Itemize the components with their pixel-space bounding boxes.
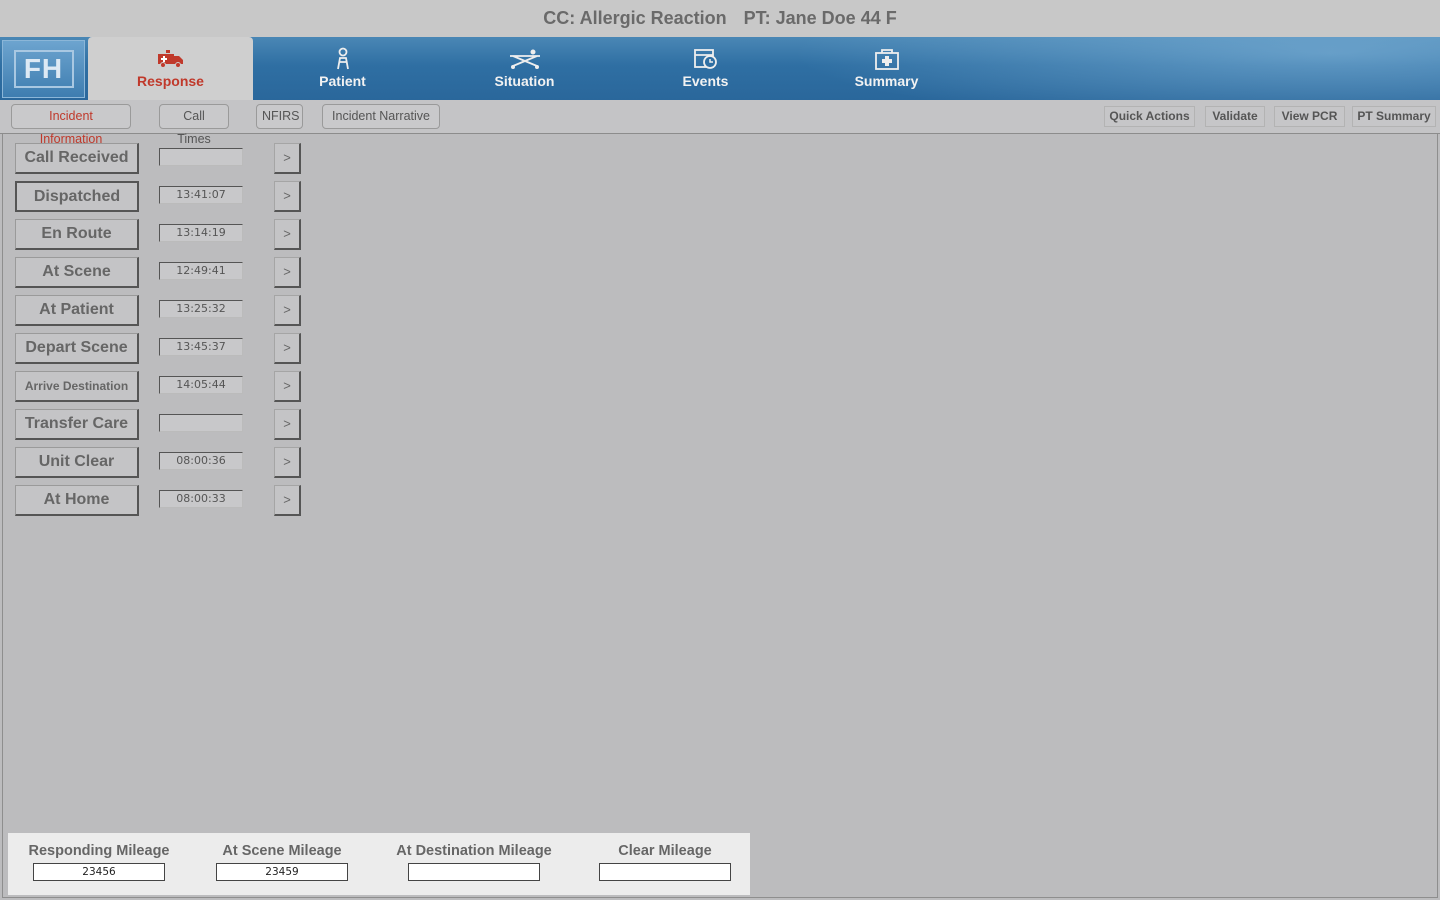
at-home-button[interactable]: At Home [15, 485, 139, 516]
at-scene-mileage-label: At Scene Mileage [222, 843, 342, 859]
at-home-edit-button[interactable]: > [274, 485, 301, 516]
at-scene-time[interactable]: 12:49:41 [159, 262, 243, 280]
mileage-panel: Responding Mileage 23456 At Scene Mileag… [8, 833, 750, 895]
call-received-button[interactable]: Call Received [15, 143, 139, 174]
quick-actions-button[interactable]: Quick Actions [1104, 106, 1195, 127]
tab-patient[interactable]: Patient [260, 37, 425, 100]
subtab-nfirs[interactable]: NFIRS [256, 104, 303, 129]
clear-mileage-group: Clear Mileage [590, 843, 740, 881]
tab-label: Situation [494, 73, 555, 89]
at-scene-button[interactable]: At Scene [15, 257, 139, 288]
subtab-incident-information[interactable]: Incident Information [11, 104, 131, 146]
tab-label: Patient [319, 73, 366, 89]
unit-clear-button[interactable]: Unit Clear [15, 447, 139, 478]
chief-complaint: CC: Allergic Reaction [543, 8, 727, 28]
hospital-icon [874, 49, 899, 70]
arrive-destination-button[interactable]: Arrive Destination [15, 371, 139, 402]
stretcher-icon [509, 49, 540, 69]
at-destination-mileage-group: At Destination Mileage [392, 843, 556, 881]
at-scene-edit-button[interactable]: > [274, 257, 301, 288]
responding-mileage-label: Responding Mileage [28, 843, 170, 859]
ambulance-icon [157, 50, 183, 68]
call-times-panel: Call Received > Dispatched 13:41:07 > En… [2, 134, 1438, 898]
tab-label: Summary [854, 73, 919, 89]
patient-info: PT: Jane Doe 44 F [743, 8, 897, 28]
app-logo[interactable]: FH [2, 40, 85, 98]
dispatched-edit-button[interactable]: > [274, 181, 301, 212]
sub-tab-bar: Incident Information Call Times NFIRS In… [0, 100, 1440, 146]
logo-text: FH [13, 50, 74, 88]
at-destination-mileage-label: At Destination Mileage [396, 843, 552, 859]
dispatched-time[interactable]: 13:41:07 [159, 186, 243, 204]
en-route-time[interactable]: 13:14:19 [159, 224, 243, 242]
validate-button[interactable]: Validate [1205, 106, 1265, 127]
call-received-edit-button[interactable]: > [274, 143, 301, 174]
title-bar: CC: Allergic Reaction PT: Jane Doe 44 F [0, 0, 1440, 37]
tab-summary[interactable]: Summary [804, 37, 969, 100]
pt-summary-button[interactable]: PT Summary [1352, 106, 1436, 127]
transfer-care-button[interactable]: Transfer Care [15, 409, 139, 440]
subtab-call-times[interactable]: Call Times [159, 104, 229, 146]
arrive-destination-edit-button[interactable]: > [274, 371, 301, 402]
tab-events[interactable]: Events [623, 37, 788, 100]
en-route-button[interactable]: En Route [15, 219, 139, 250]
at-patient-button[interactable]: At Patient [15, 295, 139, 326]
depart-scene-time[interactable]: 13:45:37 [159, 338, 243, 356]
tab-label: Events [682, 73, 729, 89]
tab-situation[interactable]: Situation [442, 37, 607, 100]
at-home-time[interactable]: 08:00:33 [159, 490, 243, 508]
en-route-edit-button[interactable]: > [274, 219, 301, 250]
depart-scene-button[interactable]: Depart Scene [15, 333, 139, 364]
call-received-time[interactable] [159, 148, 243, 166]
clear-mileage-input[interactable] [599, 863, 731, 881]
dispatched-button[interactable]: Dispatched [15, 181, 139, 212]
responding-mileage-group: Responding Mileage 23456 [18, 843, 180, 881]
at-scene-mileage-input[interactable]: 23459 [216, 863, 348, 881]
transfer-care-edit-button[interactable]: > [274, 409, 301, 440]
unit-clear-edit-button[interactable]: > [274, 447, 301, 478]
person-icon [336, 47, 349, 70]
view-pcr-button[interactable]: View PCR [1274, 106, 1345, 127]
at-patient-time[interactable]: 13:25:32 [159, 300, 243, 318]
at-destination-mileage-input[interactable] [408, 863, 540, 881]
clock-calendar-icon [693, 49, 717, 69]
main-nav: FH Response Patient Situation Events Sum… [0, 37, 1440, 100]
at-patient-edit-button[interactable]: > [274, 295, 301, 326]
clear-mileage-label: Clear Mileage [618, 843, 712, 859]
arrive-destination-time[interactable]: 14:05:44 [159, 376, 243, 394]
depart-scene-edit-button[interactable]: > [274, 333, 301, 364]
at-scene-mileage-group: At Scene Mileage 23459 [201, 843, 363, 881]
tab-response[interactable]: Response [88, 37, 253, 100]
subtab-incident-narrative[interactable]: Incident Narrative [322, 104, 440, 129]
tab-label: Response [137, 73, 204, 89]
unit-clear-time[interactable]: 08:00:36 [159, 452, 243, 470]
transfer-care-time[interactable] [159, 414, 243, 432]
responding-mileage-input[interactable]: 23456 [33, 863, 165, 881]
